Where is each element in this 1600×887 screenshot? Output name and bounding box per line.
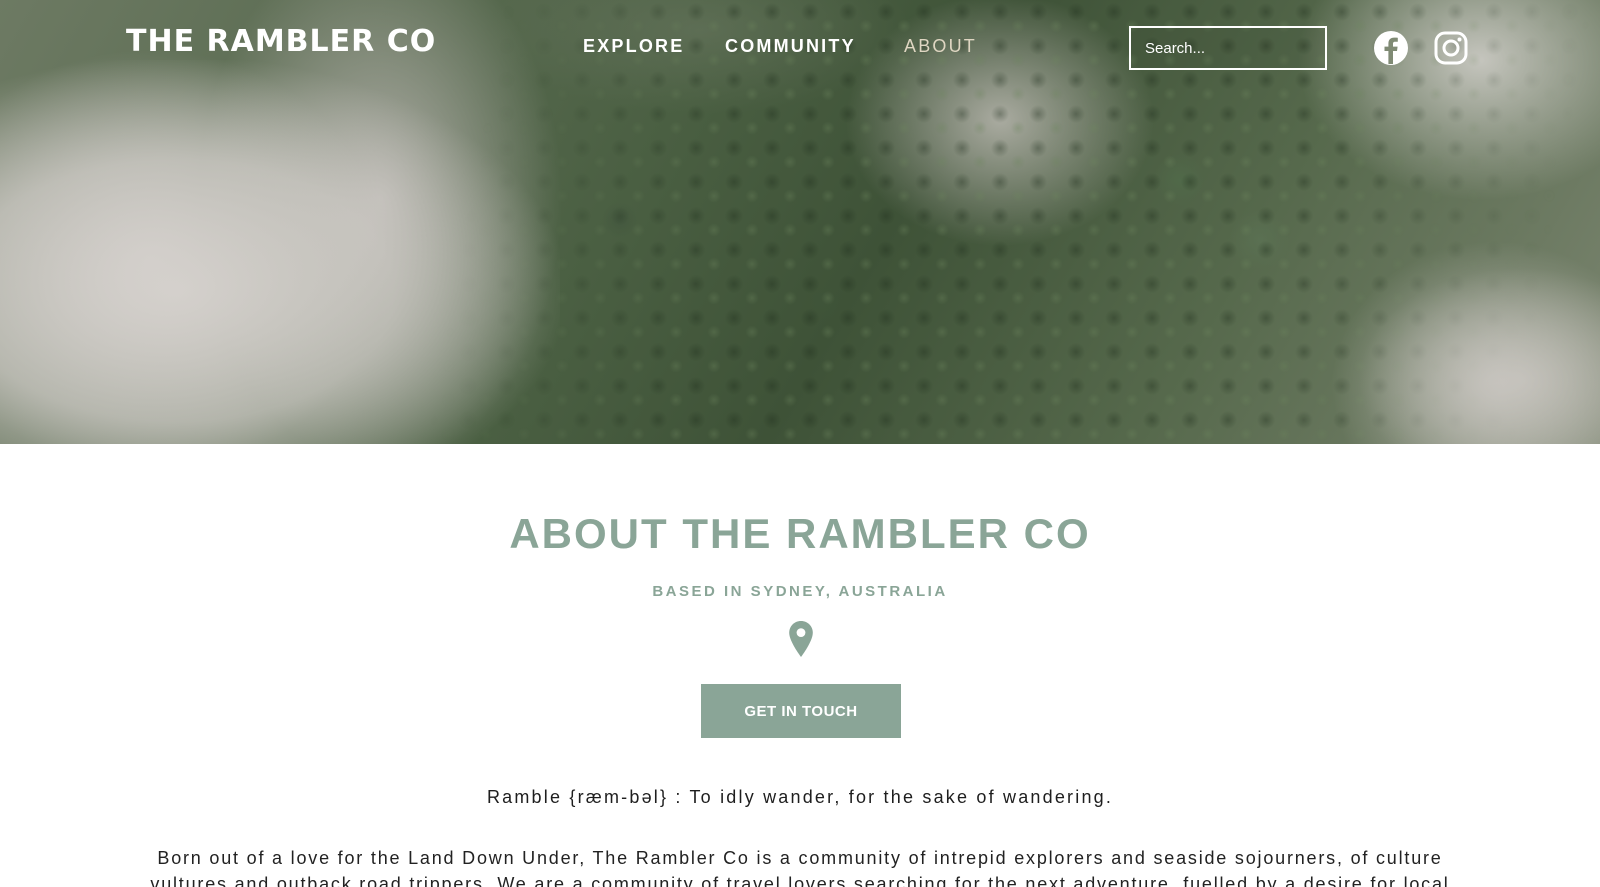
facebook-icon[interactable]: [1373, 30, 1409, 66]
fog-right: [1330, 240, 1600, 444]
nav-about[interactable]: ABOUT: [904, 36, 977, 57]
location-subtitle: BASED IN SYDNEY, AUSTRALIA: [652, 583, 948, 600]
nav-explore[interactable]: EXPLORE: [583, 36, 684, 57]
ramble-definition: Ramble {ræm-bəl} : To idly wander, for t…: [486, 787, 1114, 807]
map-pin-icon: [788, 620, 814, 658]
search-box: [1129, 26, 1327, 70]
nav-community[interactable]: COMMUNITY: [725, 36, 856, 57]
search-input[interactable]: [1145, 39, 1325, 57]
about-body-text: Born out of a love for the Land Down Und…: [150, 848, 1450, 887]
hero-image: [0, 0, 1600, 444]
site-logo[interactable]: THE RAMBLER CO: [126, 24, 436, 59]
fog-left: [0, 60, 560, 444]
instagram-icon[interactable]: [1433, 30, 1469, 66]
get-in-touch-button[interactable]: GET IN TOUCH: [701, 684, 901, 738]
page-title: ABOUT THE RAMBLER CO: [509, 510, 1091, 557]
